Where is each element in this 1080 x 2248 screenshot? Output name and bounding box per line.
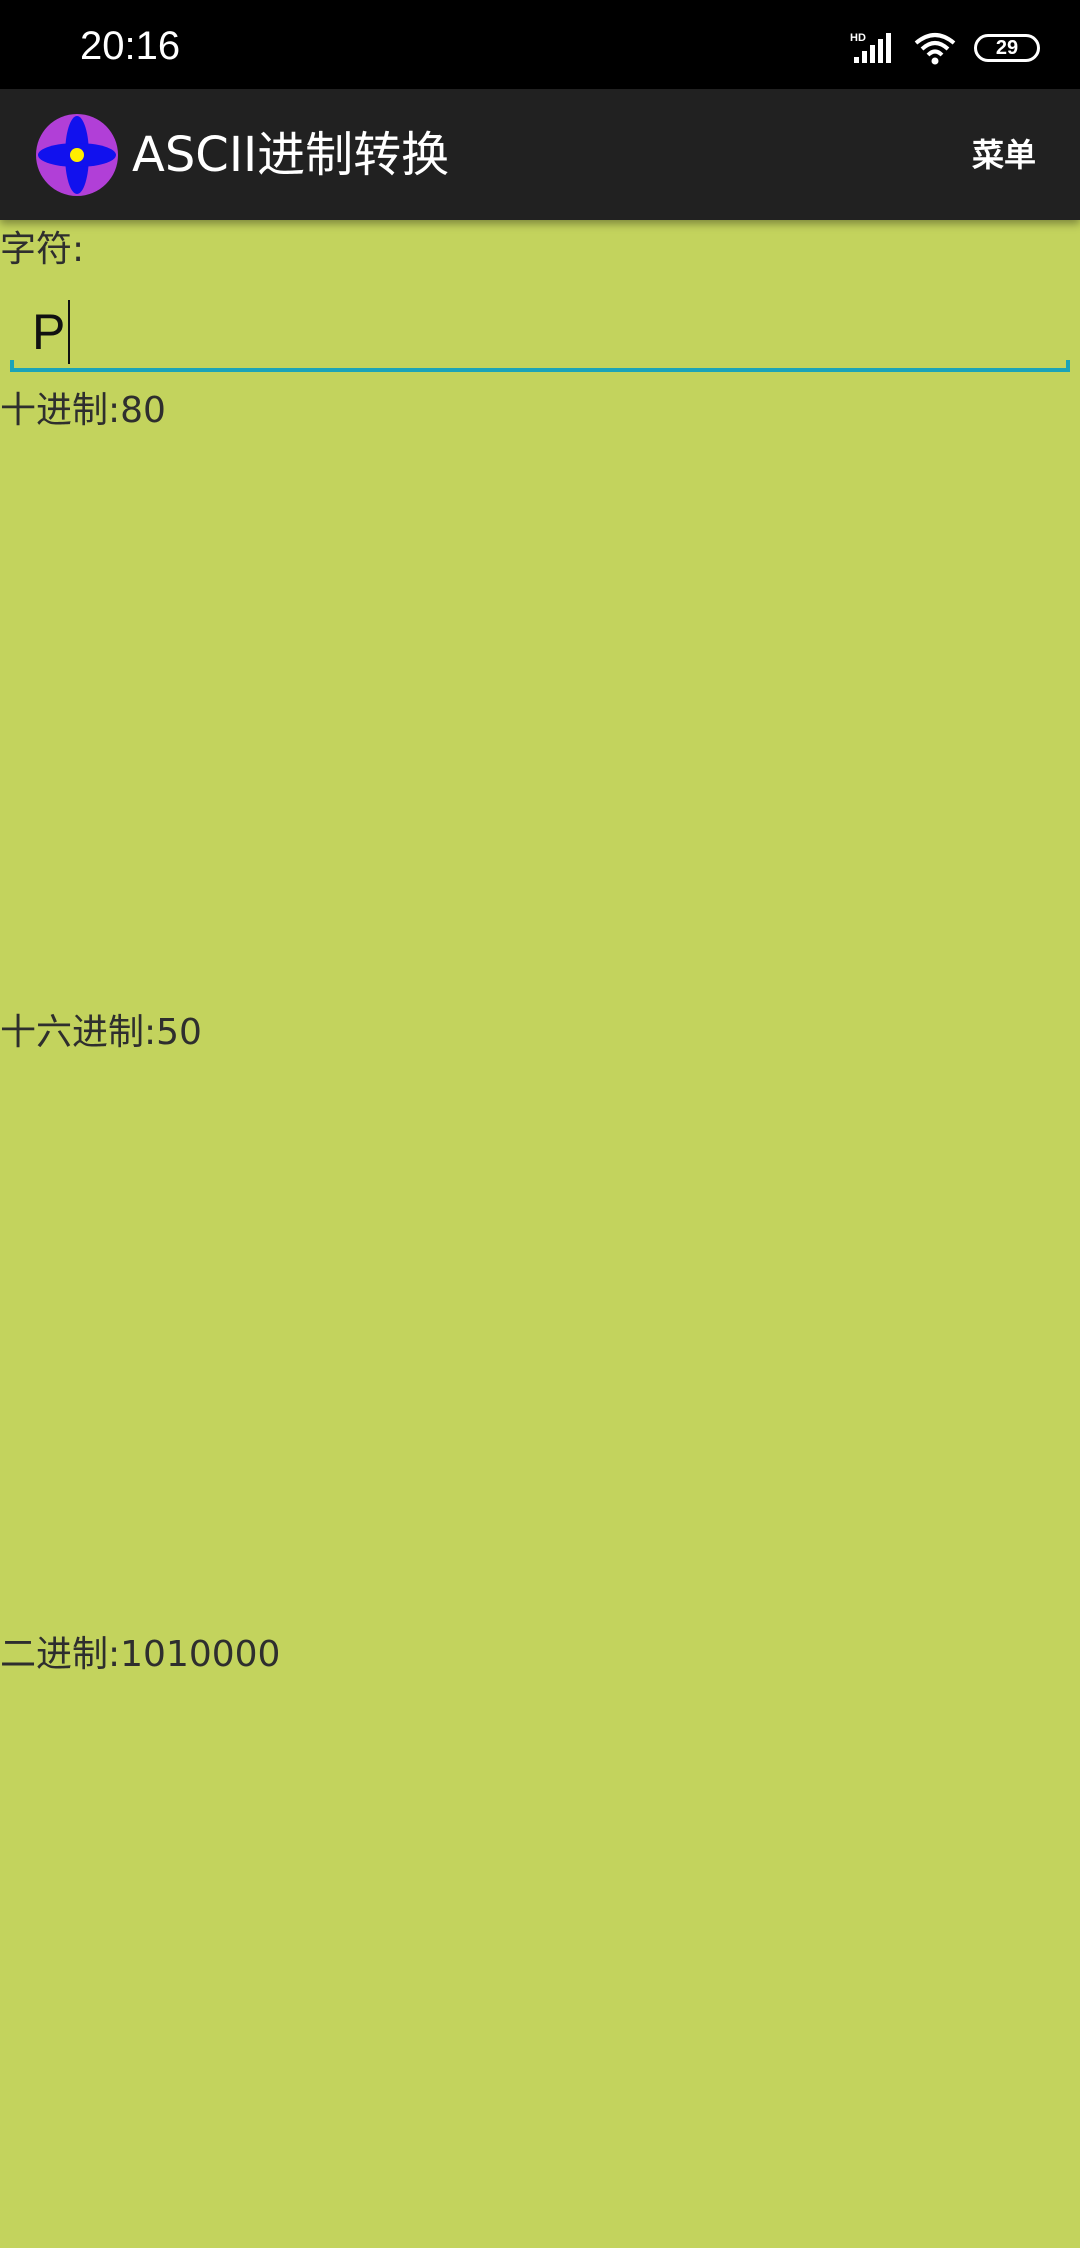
input-underline-right-tick (1066, 360, 1070, 372)
network-badge: HD (850, 32, 866, 44)
binary-result: 二进制:1010000 (0, 1634, 281, 1675)
char-input[interactable]: P (10, 286, 1070, 372)
decimal-result: 十进制:80 (0, 390, 166, 431)
signal-icon: HD (850, 32, 891, 63)
status-icons: HD 29 (850, 28, 1040, 68)
input-underline (10, 368, 1070, 372)
app-bar: ASCII进制转换 菜单 (0, 89, 1080, 220)
status-bar: 20:16 HD 29 (0, 0, 1080, 89)
battery-icon: 29 (974, 34, 1040, 62)
menu-button[interactable]: 菜单 (972, 133, 1036, 177)
hex-result: 十六进制:50 (0, 1012, 202, 1053)
app-title: ASCII进制转换 (132, 127, 450, 183)
text-caret (68, 300, 71, 364)
status-time: 20:16 (80, 24, 181, 68)
input-underline-left-tick (10, 360, 14, 372)
wifi-icon (914, 33, 956, 65)
char-label: 字符: (0, 229, 85, 270)
char-input-text: P (32, 304, 66, 360)
app-flower-icon (36, 114, 118, 196)
char-input-value[interactable]: P (32, 300, 71, 364)
